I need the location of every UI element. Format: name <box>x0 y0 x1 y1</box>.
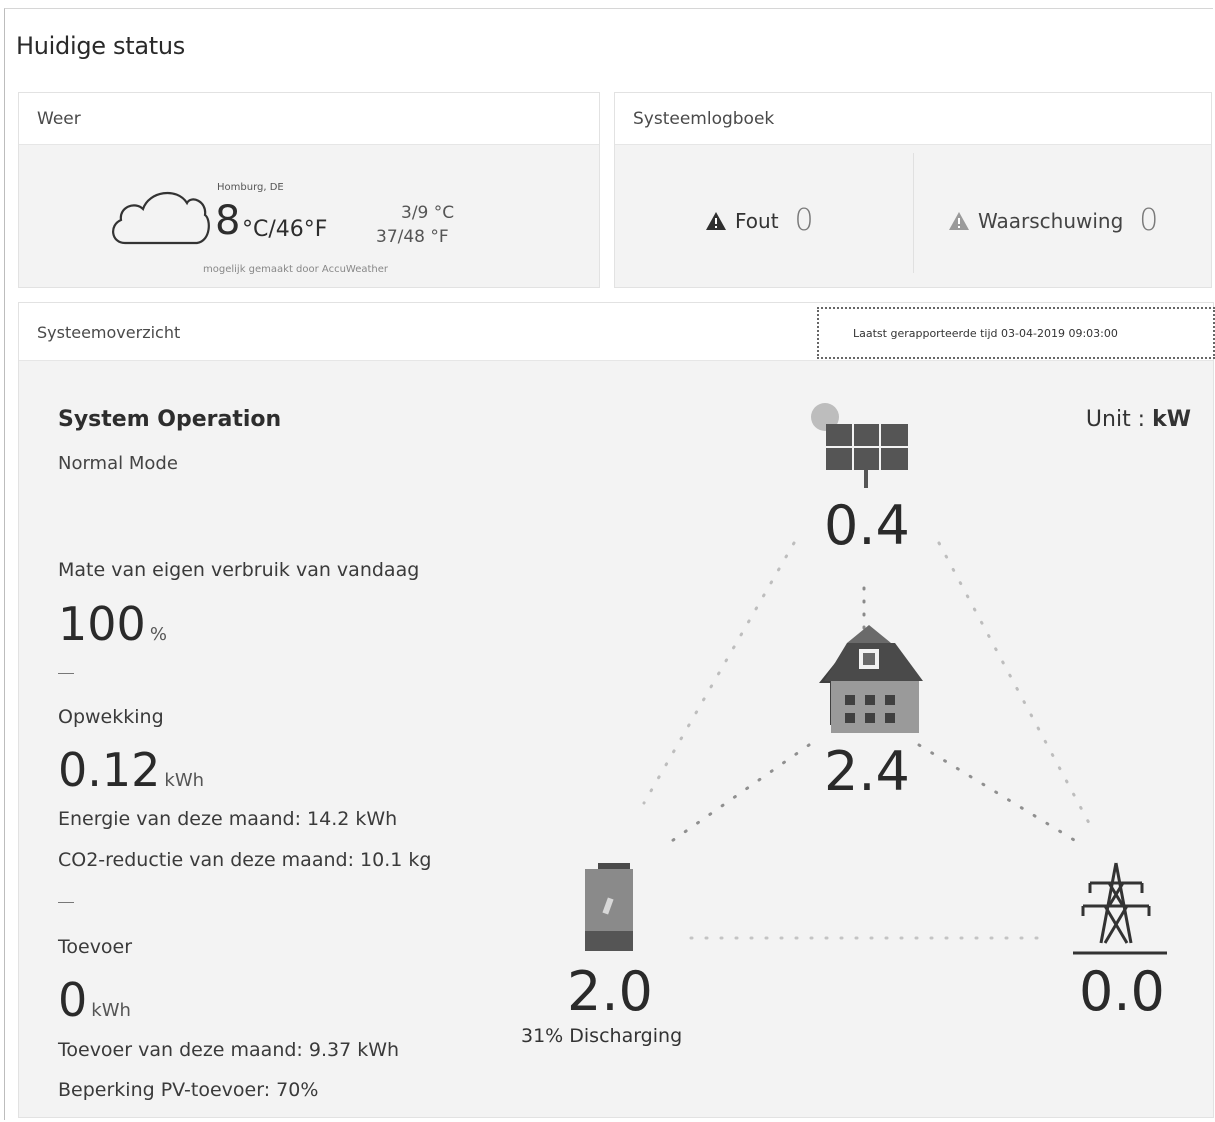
pv-grid-link <box>937 541 1091 825</box>
error-label: Fout <box>735 208 779 233</box>
power-grid-icon <box>1073 862 1167 955</box>
pv-battery-link <box>642 541 796 805</box>
syslog-header: Systeemlogboek <box>615 93 1211 145</box>
page-title: Huidige status <box>16 32 186 60</box>
weather-temp-unit: °C/46°F <box>242 217 328 242</box>
error-count-item[interactable]: Fout 0 <box>705 203 814 238</box>
house-grid-link <box>917 743 1081 845</box>
error-warning-icon <box>706 211 726 230</box>
house-battery-link <box>667 743 811 845</box>
error-count: 0 <box>794 203 814 238</box>
battery-icon <box>585 863 633 951</box>
grid-power-value: 0.0 <box>1079 960 1165 1023</box>
weather-temp-c: 8 <box>215 198 241 244</box>
battery-status: 31% Discharging <box>521 1025 683 1047</box>
warning-label: Waarschuwing <box>978 208 1124 233</box>
overview-panel: Systeemoverzicht Laatst gerapporteerde t… <box>18 302 1215 1118</box>
solar-panel-icon <box>811 403 908 488</box>
syslog-panel: Systeemlogboek Fout 0 Waarschuwing 0 <box>614 92 1212 288</box>
warning-count-item[interactable]: Waarschuwing 0 <box>948 203 1158 238</box>
battery-power-value: 2.0 <box>567 960 653 1023</box>
warning-count: 0 <box>1139 203 1159 238</box>
weather-location: Homburg, DE <box>217 182 284 193</box>
weather-header: Weer <box>19 93 599 145</box>
cloud-icon <box>112 191 210 245</box>
weather-credit: mogelijk gemaakt door AccuWeather <box>203 264 389 275</box>
pv-power-value: 0.4 <box>824 494 910 557</box>
weather-minmax-f: 37/48 °F <box>376 227 449 247</box>
weather-panel: Weer Homburg, DE 8 °C/46°F 3/9 °C 37/48 … <box>18 92 600 288</box>
house-power-value: 2.4 <box>824 740 910 803</box>
house-icon <box>819 625 923 733</box>
warning-icon <box>949 211 969 230</box>
weather-minmax-c: 3/9 °C <box>401 203 455 223</box>
syslog-divider <box>913 153 914 273</box>
